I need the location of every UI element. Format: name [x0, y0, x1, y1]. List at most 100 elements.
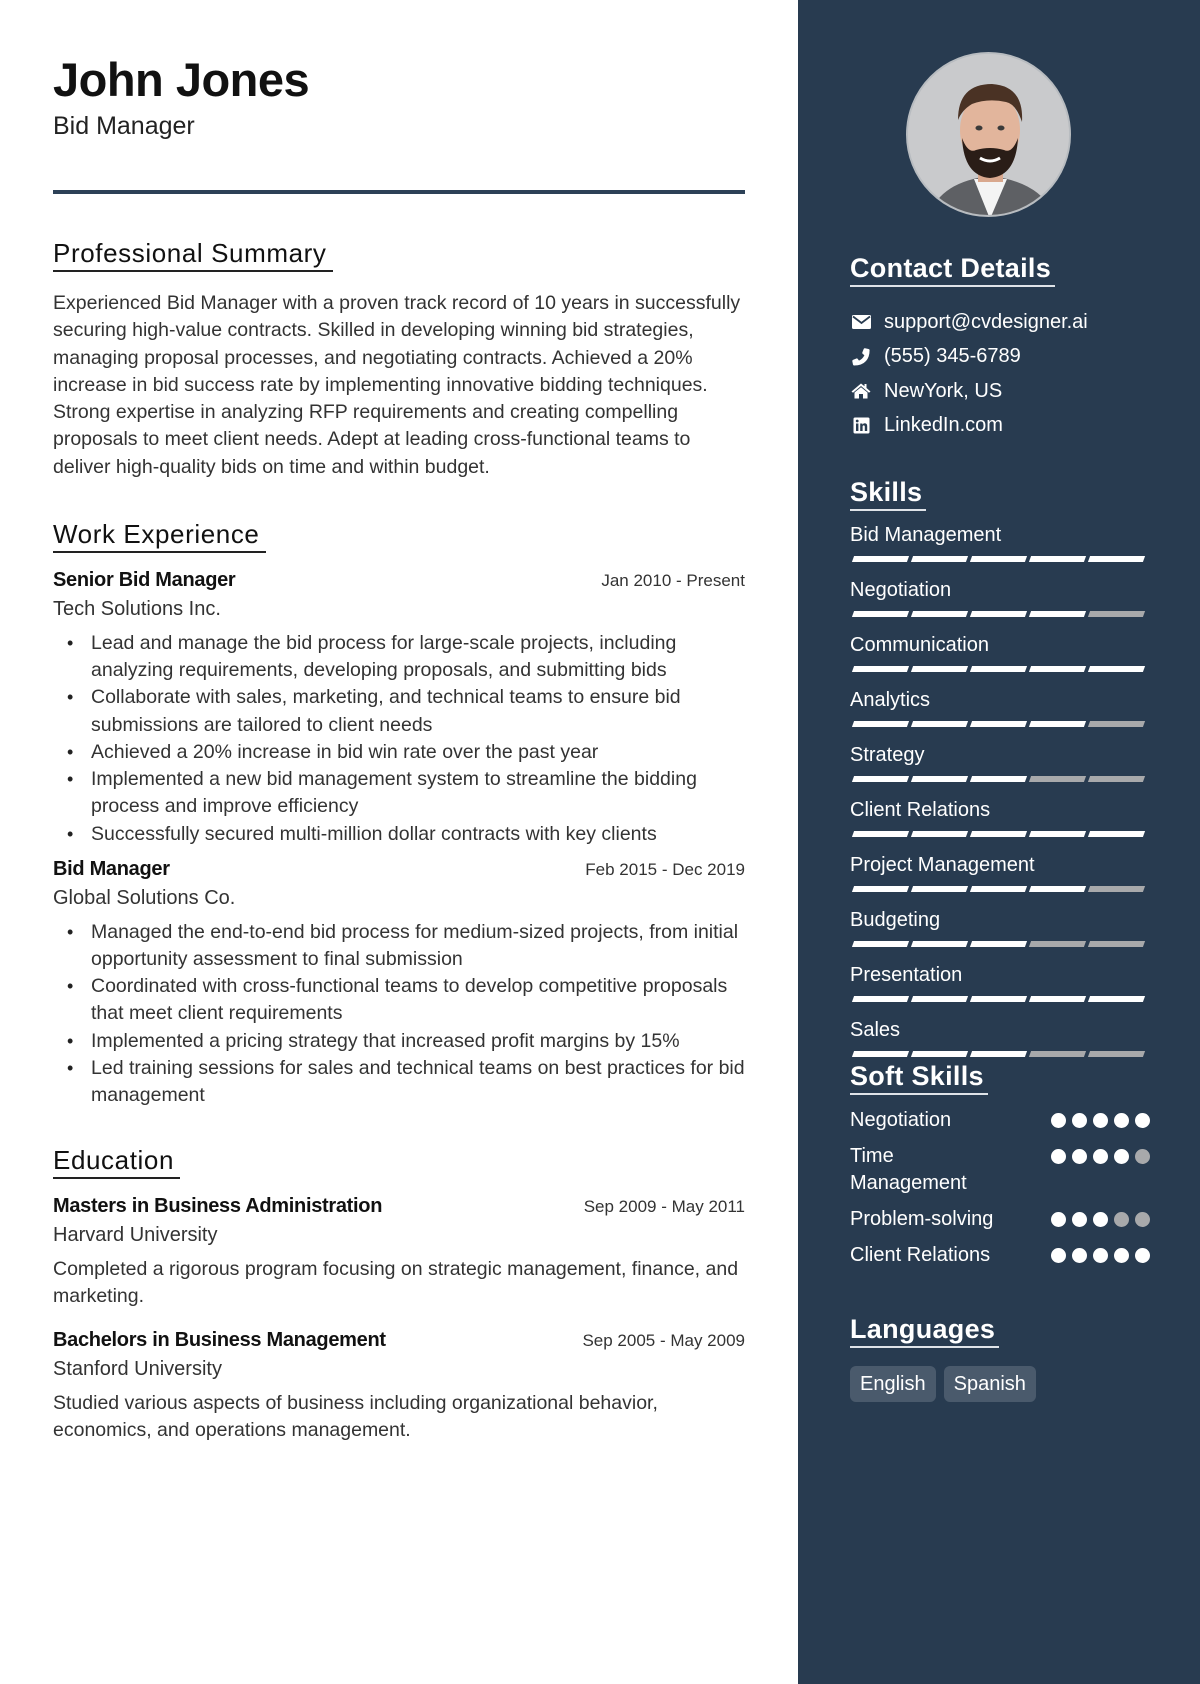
skill-bar-filled: [969, 886, 1028, 892]
skill-bar-filled: [851, 831, 910, 837]
skill-level-meter: [850, 996, 1150, 1002]
skill-item: Client Relations: [850, 797, 1150, 837]
soft-skill-rating: [1051, 1107, 1150, 1128]
rating-dot-filled: [1135, 1113, 1150, 1128]
summary-section: Professional Summary Experienced Bid Man…: [53, 238, 746, 481]
education-header: Bachelors in Business Management Sep 2005…: [53, 1329, 745, 1352]
languages-section: Languages English Spanish: [850, 1313, 1150, 1402]
skill-name: Project Management: [850, 854, 1035, 876]
soft-skills-list: Negotiation Time Management Problem-solvin…: [850, 1107, 1150, 1269]
skill-bar-filled: [969, 1051, 1028, 1057]
skill-bar-filled: [1028, 886, 1087, 892]
education-entry: Masters in Business Administration Sep 20…: [53, 1195, 746, 1311]
contact-phone[interactable]: (555) 345-6789: [850, 340, 1150, 375]
contact-linkedin-text: LinkedIn.com: [884, 414, 1003, 437]
experience-heading: Work Experience: [53, 519, 266, 554]
contact-email-text: support@cvdesigner.ai: [884, 310, 1088, 333]
soft-skill-rating: [1051, 1242, 1150, 1263]
skill-level-meter: [850, 941, 1150, 947]
skill-level-meter: [850, 556, 1150, 562]
rating-dot-filled: [1093, 1149, 1108, 1164]
soft-skill-item: Client Relations: [850, 1242, 1150, 1269]
soft-skill-item: Negotiation: [850, 1107, 1150, 1134]
skill-bar-empty: [1087, 776, 1146, 782]
skill-name: Client Relations: [850, 799, 991, 821]
rating-dot-filled: [1051, 1248, 1066, 1263]
rating-dot-filled: [1114, 1113, 1129, 1128]
rating-dot-empty: [1135, 1212, 1150, 1227]
skill-bar-filled: [851, 556, 910, 562]
rating-dot-filled: [1114, 1248, 1129, 1263]
rating-dot-filled: [1051, 1113, 1066, 1128]
skill-bar-filled: [910, 831, 969, 837]
skill-bar-filled: [1028, 831, 1087, 837]
contact-location: NewYork, US: [850, 374, 1150, 409]
skill-level-meter: [850, 776, 1150, 782]
job-entry: Senior Bid Manager Jan 2010 - Present Tech…: [53, 569, 746, 848]
rating-dot-filled: [1072, 1113, 1087, 1128]
contact-heading: Contact Details: [850, 252, 1056, 287]
soft-skill-item: Time Management: [850, 1143, 1150, 1197]
rating-dot-filled: [1051, 1212, 1066, 1227]
job-bullet: Collaborate with sales, marketing, and t…: [53, 684, 745, 738]
skill-item: Budgeting: [850, 907, 1150, 947]
skill-name: Bid Management: [850, 524, 1002, 546]
education-entry: Bachelors in Business Management Sep 2005…: [53, 1329, 746, 1445]
rating-dot-filled: [1093, 1248, 1108, 1263]
skill-bar-empty: [1087, 721, 1146, 727]
skill-bar-filled: [851, 721, 910, 727]
skill-item: Negotiation: [850, 577, 1150, 617]
language-badge: Spanish: [943, 1366, 1036, 1402]
rating-dot-empty: [1135, 1149, 1150, 1164]
job-bullet: Lead and manage the bid process for larg…: [53, 630, 745, 684]
skill-name: Negotiation: [850, 579, 952, 601]
skill-name: Strategy: [850, 744, 925, 766]
rating-dot-filled: [1135, 1248, 1150, 1263]
envelope-icon: [850, 312, 872, 332]
skill-bar-filled: [969, 776, 1028, 782]
candidate-title: Bid Manager: [53, 112, 195, 140]
contact-linkedin[interactable]: LinkedIn.com: [850, 409, 1150, 444]
skill-bar-filled: [969, 996, 1028, 1002]
skill-bar-empty: [1028, 1051, 1087, 1057]
skill-bar-filled: [910, 556, 969, 562]
skill-bar-filled: [1028, 611, 1087, 617]
soft-skill-name: Time Management: [850, 1145, 967, 1194]
job-company: Global Solutions Co.: [53, 886, 236, 909]
skills-list: Bid Management Negotiation Communication An…: [850, 522, 1150, 1057]
education-header: Masters in Business Administration Sep 20…: [53, 1195, 745, 1218]
job-list: Senior Bid Manager Jan 2010 - Present Tech…: [53, 569, 746, 1109]
job-bullet: Led training sessions for sales and tech…: [53, 1055, 745, 1109]
job-bullets: Lead and manage the bid process for larg…: [53, 630, 745, 848]
skill-bar-filled: [910, 941, 969, 947]
skill-level-meter: [850, 611, 1150, 617]
job-title: Senior Bid Manager: [53, 569, 236, 592]
skill-bar-filled: [1028, 666, 1087, 672]
rating-dot-filled: [1093, 1212, 1108, 1227]
skill-name: Communication: [850, 634, 989, 656]
summary-text: Experienced Bid Manager with a proven tr…: [53, 292, 741, 478]
skill-bar-filled: [910, 721, 969, 727]
education-section: Education Masters in Business Administra…: [53, 1145, 746, 1444]
job-entry: Bid Manager Feb 2015 - Dec 2019 Global Sol…: [53, 858, 746, 1109]
skill-bar-empty: [1087, 941, 1146, 947]
skill-bar-filled: [851, 996, 910, 1002]
phone-icon: [850, 347, 872, 367]
skill-bar-filled: [910, 776, 969, 782]
soft-skill-name: Problem-solving: [850, 1208, 994, 1230]
rating-dot-filled: [1051, 1149, 1066, 1164]
rating-dot-filled: [1114, 1149, 1129, 1164]
rating-dot-filled: [1072, 1149, 1087, 1164]
skill-bar-empty: [1028, 941, 1087, 947]
skill-item: Analytics: [850, 687, 1150, 727]
contact-location-text: NewYork, US: [884, 379, 1003, 402]
education-description: Studied various aspects of business incl…: [53, 1391, 658, 1442]
soft-skill-name: Negotiation: [850, 1109, 952, 1131]
skill-bar-empty: [1087, 1051, 1146, 1057]
contact-email[interactable]: support@cvdesigner.ai: [850, 305, 1150, 340]
job-bullet: Successfully secured multi-million dolla…: [53, 821, 745, 848]
skill-name: Analytics: [850, 689, 931, 711]
home-icon: [850, 381, 872, 401]
soft-skill-rating: [1051, 1143, 1150, 1164]
skill-bar-filled: [969, 611, 1028, 617]
